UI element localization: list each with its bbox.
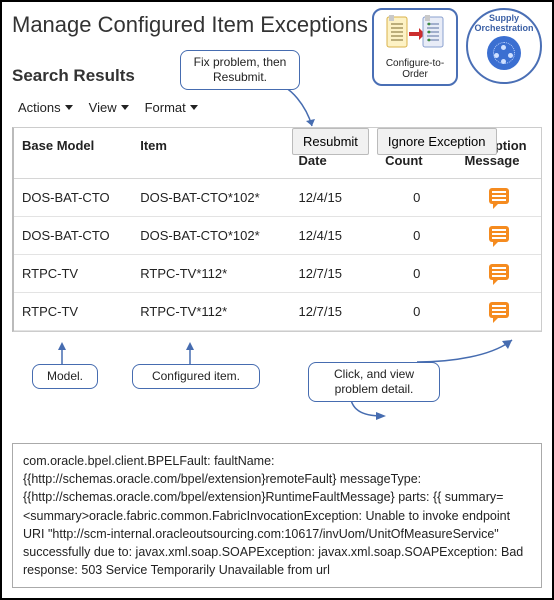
message-icon[interactable]	[489, 302, 509, 318]
table-row[interactable]: DOS-BAT-CTO DOS-BAT-CTO*102* 12/4/15 0	[14, 217, 541, 255]
table-row[interactable]: DOS-BAT-CTO DOS-BAT-CTO*102* 12/4/15 0	[14, 179, 541, 217]
cell-count: 0	[377, 255, 456, 293]
cell-date: 12/4/15	[291, 179, 378, 217]
ignore-exception-button[interactable]: Ignore Exception	[377, 128, 497, 155]
cell-count: 0	[377, 217, 456, 255]
message-icon[interactable]	[489, 226, 509, 242]
supply-orch-icon	[487, 36, 521, 70]
table-row[interactable]: RTPC-TV RTPC-TV*112* 12/7/15 0	[14, 255, 541, 293]
callout-fix-resubmit: Fix problem, then Resubmit.	[180, 50, 300, 90]
message-icon[interactable]	[489, 264, 509, 280]
cell-count: 0	[377, 293, 456, 331]
menu-actions[interactable]: Actions	[18, 100, 73, 115]
menu-label: Format	[145, 100, 186, 115]
cell-count: 0	[377, 179, 456, 217]
col-base-model[interactable]: Base Model	[14, 128, 132, 179]
chevron-down-icon	[190, 105, 198, 110]
chevron-down-icon	[121, 105, 129, 110]
table-row[interactable]: RTPC-TV RTPC-TV*112* 12/7/15 0	[14, 293, 541, 331]
results-table: Base Model Item Exception Date Resubmit …	[12, 127, 542, 332]
callout-problem-detail: Click, and view problem detail.	[308, 362, 440, 402]
menu-label: Actions	[18, 100, 61, 115]
toolbar-menus: Actions View Format	[18, 100, 542, 115]
exception-detail-panel: com.oracle.bpel.client.BPELFault: faultN…	[12, 443, 542, 588]
menu-view[interactable]: View	[89, 100, 129, 115]
configure-to-order-badge: Configure-to-Order	[372, 8, 458, 86]
resubmit-button[interactable]: Resubmit	[292, 128, 369, 155]
cell-date: 12/7/15	[291, 293, 378, 331]
message-icon[interactable]	[489, 188, 509, 204]
cell-base-model: RTPC-TV	[14, 255, 132, 293]
callout-configured-item: Configured item.	[132, 364, 260, 389]
supply-orchestration-badge: Supply Orchestration	[466, 8, 542, 84]
supply-orch-label: Supply Orchestration	[472, 14, 536, 34]
col-item[interactable]: Item	[132, 128, 290, 179]
cell-base-model: DOS-BAT-CTO	[14, 217, 132, 255]
cell-item: RTPC-TV*112*	[132, 293, 290, 331]
cell-base-model: RTPC-TV	[14, 293, 132, 331]
cell-date: 12/4/15	[291, 217, 378, 255]
callout-model: Model.	[32, 364, 98, 389]
cell-item: DOS-BAT-CTO*102*	[132, 179, 290, 217]
cell-date: 12/7/15	[291, 255, 378, 293]
cell-base-model: DOS-BAT-CTO	[14, 179, 132, 217]
menu-label: View	[89, 100, 117, 115]
chevron-down-icon	[65, 105, 73, 110]
cto-icon	[380, 14, 450, 56]
menu-format[interactable]: Format	[145, 100, 198, 115]
cell-item: RTPC-TV*112*	[132, 255, 290, 293]
cto-label: Configure-to-Order	[380, 58, 450, 80]
cell-item: DOS-BAT-CTO*102*	[132, 217, 290, 255]
